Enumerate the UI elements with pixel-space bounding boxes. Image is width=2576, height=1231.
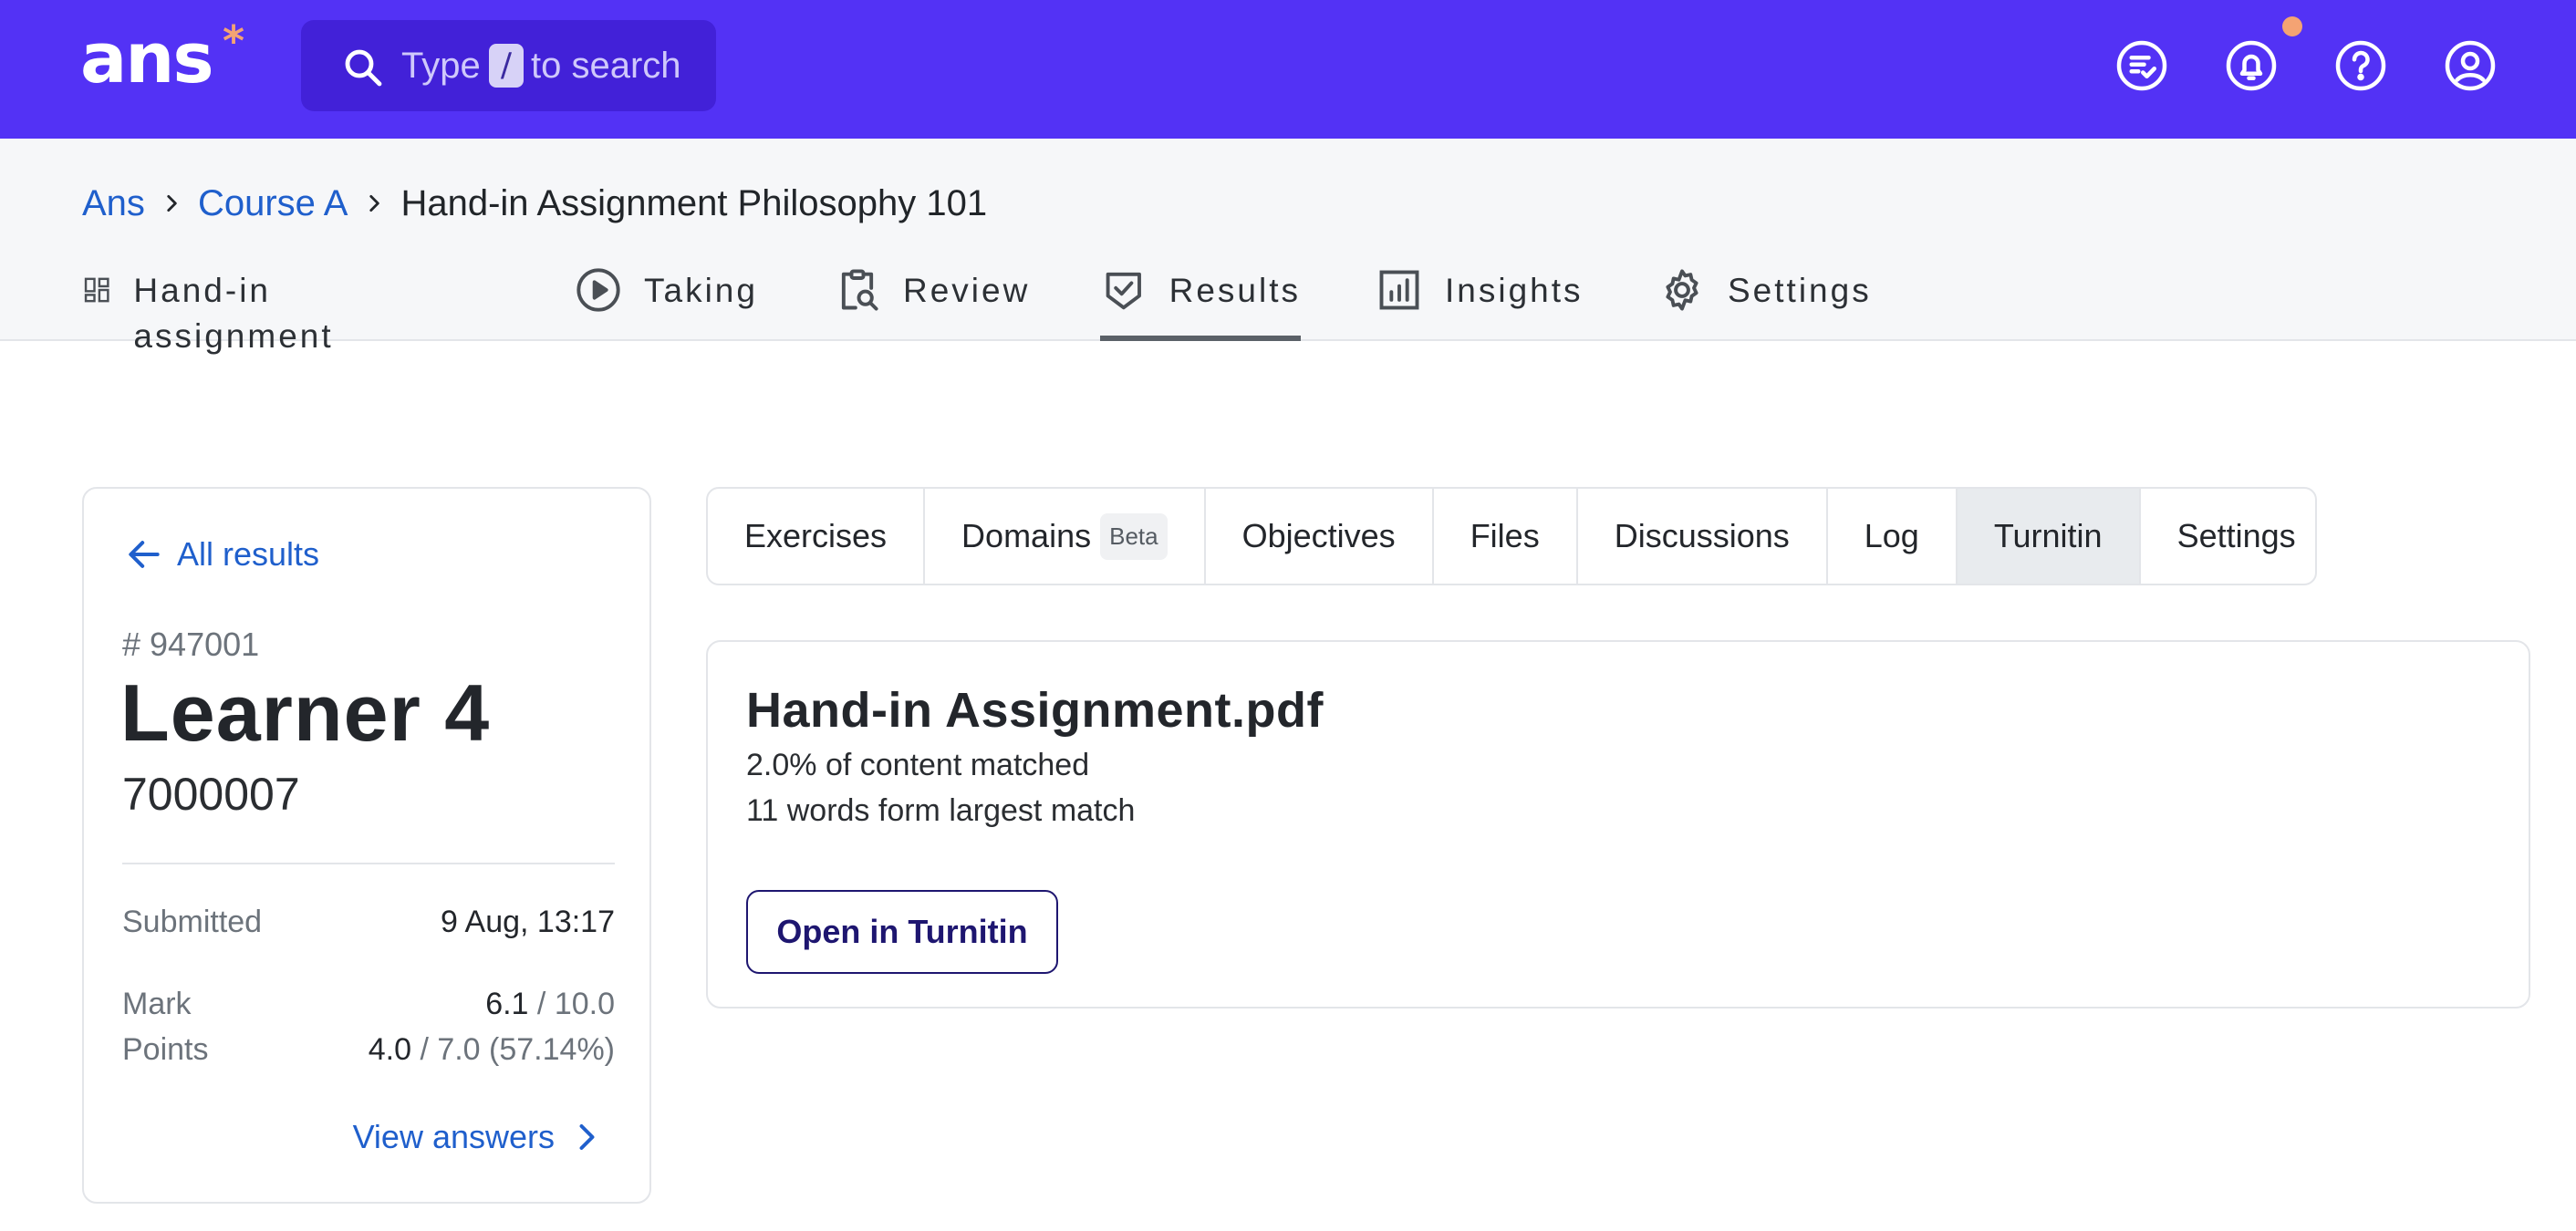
beta-badge: Beta [1100, 512, 1168, 560]
subtab-domains[interactable]: Domains Beta [925, 489, 1206, 584]
breadcrumb: Ans Course A Hand-in Assignment Philosop… [82, 181, 987, 226]
tab-label: Hand-in assignment [133, 272, 334, 355]
search-label-before: Type [401, 46, 481, 86]
points-label: Points [122, 1032, 209, 1067]
user-icon[interactable] [2443, 38, 2498, 93]
divider [122, 863, 615, 864]
search-shortcut-key: / [489, 44, 524, 88]
mark-max: / 10.0 [536, 987, 615, 1021]
points-value: 4.0 / 7.0 (57.14%) [369, 1032, 615, 1068]
points-score: 4.0 [368, 1032, 411, 1067]
mark-value: 6.1 / 10.0 [485, 987, 615, 1022]
breadcrumb-ans[interactable]: Ans [82, 183, 145, 224]
learner-id: # 947001 [122, 626, 260, 663]
submitted-label: Submitted [122, 905, 263, 939]
tab-results[interactable]: Results [1100, 248, 1301, 341]
result-sub-tabs: Exercises Domains Beta Objectives Files D… [706, 487, 2317, 585]
submitted-row: Submitted 9 Aug, 13:17 [122, 905, 615, 940]
tab-label: Settings [1728, 272, 1872, 309]
arrow-left-icon [129, 541, 160, 568]
bell-icon[interactable] [2224, 38, 2279, 93]
subtab-label: Domains [961, 517, 1092, 554]
mark-label: Mark [122, 987, 192, 1021]
shield-check-icon [1106, 272, 1141, 310]
largest-match: 11 words form largest match [746, 793, 1136, 828]
content-matched: 2.0% of content matched [746, 748, 1090, 782]
submitted-value: 9 Aug, 13:17 [441, 905, 615, 939]
points-row: Points 4.0 / 7.0 (57.14%) [122, 1032, 615, 1068]
subtab-label: Objectives [1241, 517, 1396, 554]
subtab-label: Settings [2176, 517, 2296, 554]
points-max: / 7.0 (57.14%) [420, 1032, 615, 1067]
search-icon [345, 49, 382, 87]
view-answers-label: View answers [352, 1118, 555, 1155]
breadcrumb-course[interactable]: Course A [198, 183, 348, 224]
search-box[interactable]: Type / to search [301, 20, 716, 111]
learner-number: 7000007 [122, 769, 300, 820]
mark-score: 6.1 [485, 987, 529, 1021]
all-results-label: All results [177, 535, 320, 573]
open-in-turnitin-button[interactable]: Open in Turnitin [746, 890, 1058, 974]
subtab-label: Turnitin [1993, 517, 2103, 554]
checklist-icon[interactable] [2114, 38, 2169, 93]
search-label-after: to search [531, 46, 681, 86]
subtab-label: Exercises [744, 517, 888, 554]
top-bar: ans * Type / to search [0, 0, 2576, 139]
tab-label: Review [903, 272, 1031, 309]
tab-hand-in-assignment[interactable]: Hand-in assignment [82, 248, 351, 355]
learner-card: All results # 947001 Learner 4 7000007 S… [82, 487, 651, 1204]
tab-taking[interactable]: Taking [575, 248, 758, 341]
dashboard-icon [84, 277, 109, 303]
subtab-discussions[interactable]: Discussions [1578, 489, 1828, 584]
subtab-objectives[interactable]: Objectives [1206, 489, 1434, 584]
subtab-label: Log [1864, 517, 1919, 554]
play-icon [576, 268, 620, 312]
mark-row: Mark 6.1 / 10.0 [122, 987, 615, 1022]
tab-insights[interactable]: Insights [1376, 248, 1584, 341]
subtab-turnitin[interactable]: Turnitin [1957, 489, 2141, 584]
help-icon[interactable] [2333, 38, 2388, 93]
turnitin-card: Hand-in Assignment.pdf 2.0% of content m… [706, 640, 2530, 1009]
logo-star: * [223, 16, 244, 66]
tab-label: Taking [644, 272, 758, 309]
tab-label: Insights [1445, 272, 1584, 309]
gear-icon [1666, 269, 1698, 311]
chevron-right-icon [579, 1124, 595, 1150]
all-results-link[interactable]: All results [124, 534, 319, 574]
tab-settings[interactable]: Settings [1658, 248, 1872, 341]
chevron-right-icon [145, 185, 198, 222]
subtab-label: Discussions [1614, 517, 1790, 554]
clipboard-search-icon [841, 269, 878, 311]
notification-dot [2282, 16, 2302, 36]
ans-logo[interactable]: ans * [80, 20, 244, 95]
view-answers-link[interactable]: View answers [353, 1118, 602, 1156]
subtab-label: Files [1470, 517, 1540, 554]
tab-review[interactable]: Review [834, 248, 1030, 341]
bar-chart-icon [1379, 270, 1419, 310]
tab-label: Results [1169, 272, 1301, 309]
file-name: Hand-in Assignment.pdf [746, 683, 1324, 738]
learner-name: Learner 4 [120, 667, 491, 758]
subtab-files[interactable]: Files [1434, 489, 1578, 584]
subtab-exercises[interactable]: Exercises [708, 489, 926, 584]
subtab-settings[interactable]: Settings [2141, 489, 2315, 584]
chevron-right-icon [348, 185, 400, 222]
page-header: Ans Course A Hand-in Assignment Philosop… [0, 139, 2576, 355]
subtab-log[interactable]: Log [1828, 489, 1958, 584]
breadcrumb-current: Hand-in Assignment Philosophy 101 [400, 182, 988, 223]
